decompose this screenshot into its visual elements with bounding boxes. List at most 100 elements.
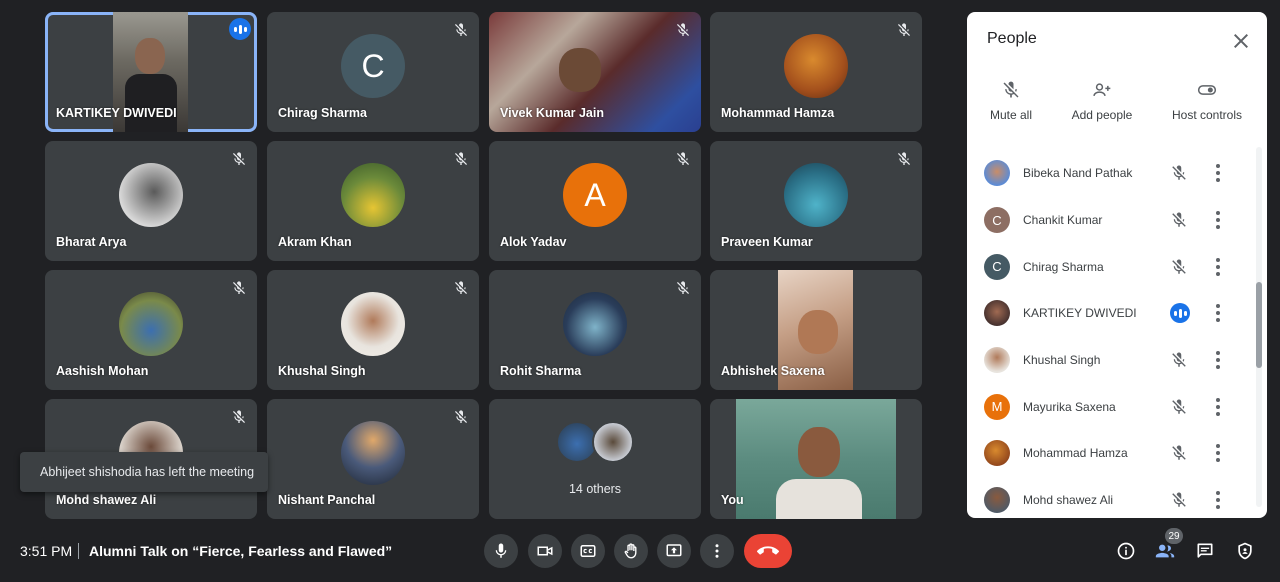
avatar	[984, 300, 1010, 327]
participant-tile[interactable]: Akram Khan	[267, 141, 479, 261]
scrollbar-thumb[interactable]	[1256, 282, 1262, 368]
meeting-time: 3:51 PM	[20, 543, 73, 559]
list-item[interactable]: Khushal Singh	[967, 337, 1255, 384]
host-controls-bottom-button[interactable]	[1233, 539, 1257, 563]
participant-tile[interactable]: C Chirag Sharma	[267, 12, 479, 132]
mic-off-icon[interactable]	[1170, 444, 1188, 462]
panel-title: People	[987, 30, 1037, 47]
mic-off-icon[interactable]	[1170, 164, 1188, 182]
avatar	[119, 292, 183, 356]
participant-tile[interactable]: Khushal Singh	[267, 270, 479, 390]
microphone-button[interactable]	[484, 534, 518, 568]
more-options-icon[interactable]	[1215, 257, 1221, 276]
more-options-icon[interactable]	[1215, 351, 1221, 370]
raise-hand-button[interactable]	[614, 534, 648, 568]
avatar	[341, 163, 405, 227]
participant-tile[interactable]: A Alok Yadav	[489, 141, 701, 261]
mic-off-icon[interactable]	[1170, 491, 1188, 509]
more-options-icon[interactable]	[1215, 397, 1221, 416]
mic-off-icon	[455, 410, 467, 423]
add-people-label: Add people	[1071, 108, 1133, 122]
participant-name: Khushal Singh	[278, 364, 366, 378]
mic-off-icon[interactable]	[1170, 258, 1188, 276]
microphone-icon	[495, 543, 507, 558]
participant-name: Chirag Sharma	[278, 106, 367, 120]
avatar	[784, 163, 848, 227]
end-call-icon	[757, 546, 779, 555]
mic-off-icon	[455, 23, 467, 36]
list-item[interactable]: C Chirag Sharma	[967, 243, 1255, 290]
participant-tile[interactable]: Vivek Kumar Jain	[489, 12, 701, 132]
self-tile[interactable]: You	[710, 399, 922, 519]
participant-name: Alok Yadav	[500, 235, 567, 249]
meeting-details-button[interactable]	[1114, 539, 1138, 563]
leave-call-button[interactable]	[744, 534, 792, 568]
avatar	[592, 421, 634, 463]
add-people-button[interactable]: Add people	[1067, 80, 1137, 122]
participant-tile[interactable]: Mohammad Hamza	[710, 12, 922, 132]
participant-tile[interactable]: KARTIKEY DWIVEDI	[45, 12, 257, 132]
participant-name: Bibeka Nand Pathak	[1023, 166, 1133, 181]
participant-tile[interactable]: Nishant Panchal	[267, 399, 479, 519]
participant-tile[interactable]: Praveen Kumar	[710, 141, 922, 261]
present-screen-button[interactable]	[657, 534, 691, 568]
participant-tile[interactable]: Aashish Mohan	[45, 270, 257, 390]
more-options-icon[interactable]	[1215, 304, 1221, 323]
mic-off-icon	[455, 152, 467, 165]
host-controls-button[interactable]: Host controls	[1169, 80, 1245, 122]
more-options-button[interactable]	[700, 534, 734, 568]
mic-off-icon	[898, 23, 910, 36]
avatar: C	[984, 253, 1010, 280]
camera-button[interactable]	[528, 534, 562, 568]
others-tile[interactable]: 14 others	[489, 399, 701, 519]
more-options-icon[interactable]	[1215, 211, 1221, 230]
mic-off-icon[interactable]	[1170, 351, 1188, 369]
avatar: M	[984, 393, 1010, 420]
captions-button[interactable]	[571, 534, 605, 568]
list-item[interactable]: Mohd shawez Ali	[967, 477, 1255, 518]
more-options-icon[interactable]	[1215, 164, 1221, 183]
list-item[interactable]: C Chankit Kumar	[967, 197, 1255, 244]
mic-off-icon	[233, 281, 245, 294]
info-icon	[1117, 542, 1135, 560]
close-icon[interactable]	[1229, 29, 1253, 53]
mic-off-icon	[677, 281, 689, 294]
avatar: A	[563, 163, 627, 227]
avatar	[784, 34, 848, 98]
participant-name: KARTIKEY DWIVEDI	[1023, 306, 1137, 321]
participant-name: Praveen Kumar	[721, 235, 813, 249]
list-item[interactable]: KARTIKEY DWIVEDI	[967, 290, 1255, 337]
avatar	[563, 292, 627, 356]
more-options-icon[interactable]	[1215, 491, 1221, 510]
mic-off-icon[interactable]	[1170, 211, 1188, 229]
mute-all-button[interactable]: Mute all	[987, 80, 1035, 122]
list-item[interactable]: Mohammad Hamza	[967, 430, 1255, 477]
participant-name: Mohammad Hamza	[721, 106, 835, 120]
notification-toast: Abhijeet shishodia has left the meeting	[20, 452, 268, 492]
participant-name: Mohammad Hamza	[1023, 446, 1128, 461]
video-feed	[736, 399, 896, 519]
list-item[interactable]: Bibeka Nand Pathak	[967, 150, 1255, 197]
participant-name: Abhishek Saxena	[721, 364, 825, 378]
meeting-title: Alumni Talk on “Fierce, Fearless and Fla…	[89, 543, 393, 559]
avatar: C	[341, 34, 405, 98]
list-item[interactable]: M Mayurika Saxena	[967, 383, 1255, 430]
participant-tile[interactable]: Abhishek Saxena	[710, 270, 922, 390]
mute-all-label: Mute all	[989, 108, 1033, 122]
participant-name: You	[721, 493, 744, 507]
speaking-indicator-icon	[1170, 303, 1190, 324]
host-controls-label: Host controls	[1171, 108, 1243, 122]
participant-name: Mohd shawez Ali	[1023, 493, 1114, 508]
speaking-indicator-icon	[229, 18, 251, 40]
present-icon	[666, 544, 682, 557]
participant-tile[interactable]: Rohit Sharma	[489, 270, 701, 390]
add-person-icon	[1093, 83, 1111, 96]
more-options-icon[interactable]	[1215, 444, 1221, 463]
participant-tile[interactable]: Bharat Arya	[45, 141, 257, 261]
chat-button[interactable]	[1193, 539, 1217, 563]
mic-off-icon[interactable]	[1170, 398, 1188, 416]
panel-actions: Mute all Add people Host controls	[967, 80, 1267, 130]
video-grid: KARTIKEY DWIVEDI C Chirag Sharma Vivek K…	[45, 12, 923, 519]
avatar	[119, 163, 183, 227]
participant-name: Mayurika Saxena	[1023, 399, 1116, 414]
